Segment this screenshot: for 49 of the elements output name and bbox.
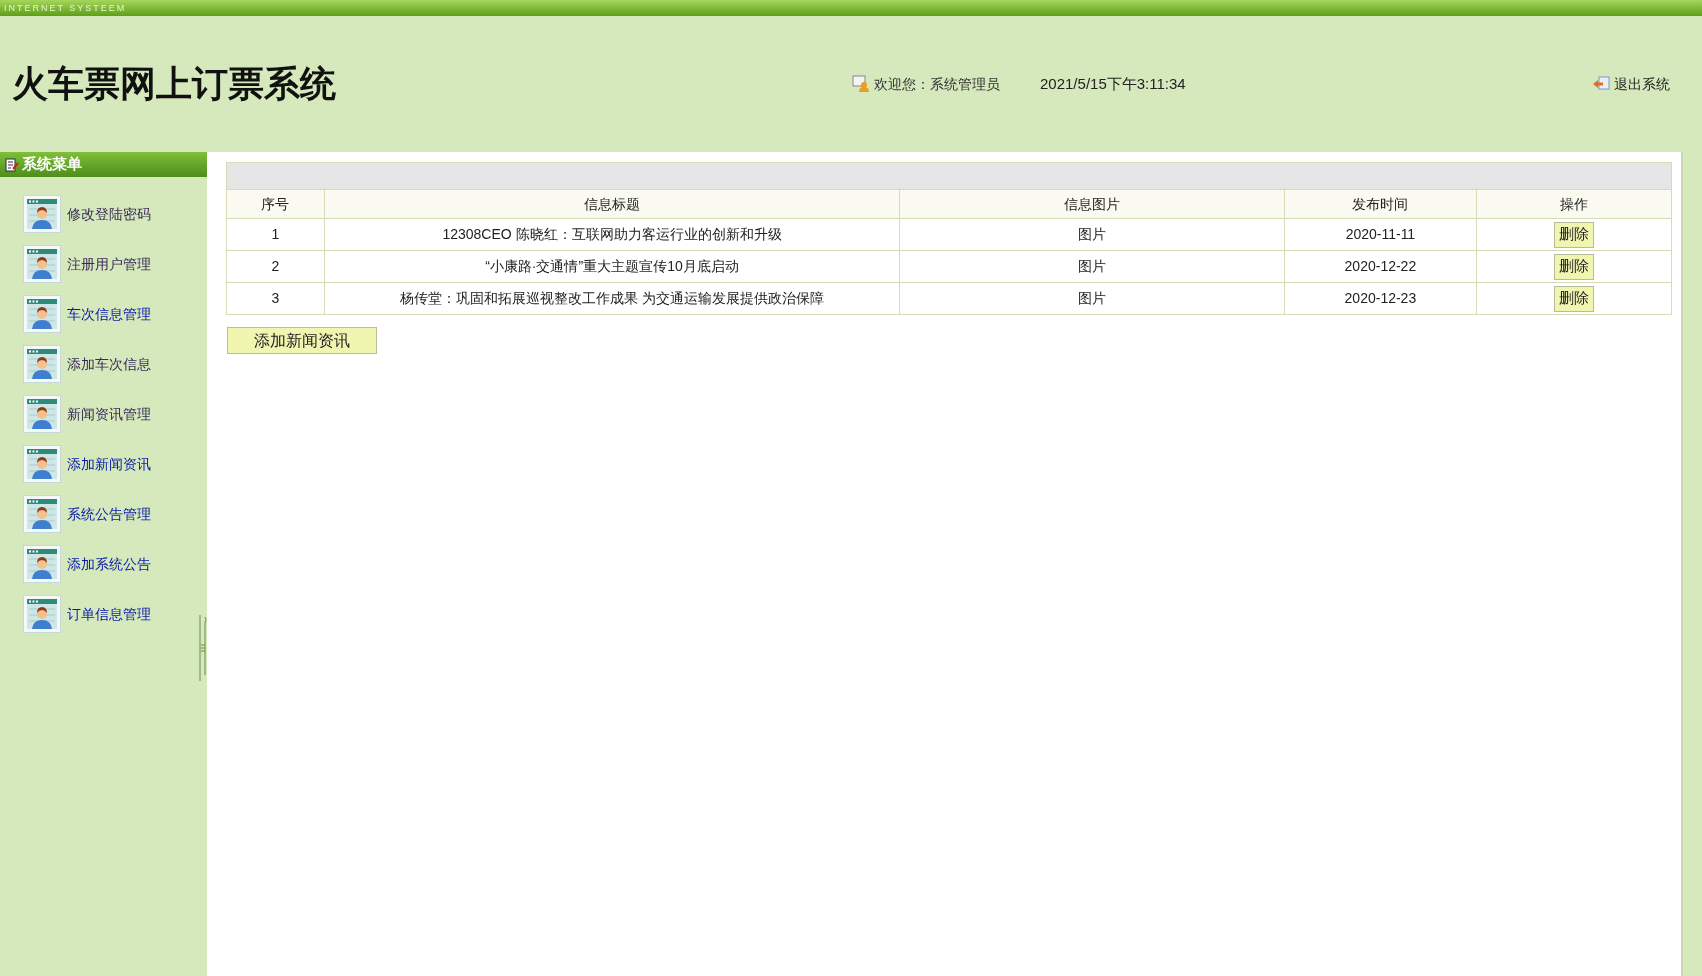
sidebar-link[interactable]: 修改登陆密码 [67, 203, 151, 225]
user-card-icon [23, 495, 61, 533]
sidebar-link[interactable]: 订单信息管理 [67, 603, 151, 625]
table-cell-text: 1 [270, 225, 281, 244]
top-bar-label: INTERNET SYSTEEM [4, 3, 127, 13]
user-card-icon [23, 545, 61, 583]
welcome-text: 欢迎您：系统管理员 [874, 74, 1000, 94]
user-icon [852, 75, 870, 93]
page-title: 火车票网上订票系统 [12, 62, 337, 106]
sidebar-link[interactable]: 新闻资讯管理 [67, 403, 151, 425]
column-header: 信息图片 [899, 190, 1284, 218]
user-card-icon [23, 345, 61, 383]
user-card-icon [23, 295, 61, 333]
exit-arrow-icon [1592, 76, 1610, 92]
column-header: 序号 [260, 194, 291, 214]
edit-note-icon [5, 157, 19, 172]
sidebar-link[interactable]: 添加车次信息 [67, 353, 151, 375]
sidebar-link[interactable]: 车次信息管理 [67, 303, 151, 325]
add-news-button[interactable]: 添加新闻资讯 [227, 327, 377, 354]
table-cell: 杨传堂：巩固和拓展巡视整改工作成果 为交通运输发展提供政治保障 [323, 283, 900, 314]
sidebar-title: 系统菜单 [22, 154, 82, 175]
datetime-text: 2021/5/15下午3:11:34 [1040, 73, 1186, 94]
table-cell: 2020-11-11 [1283, 219, 1477, 250]
user-card-icon [23, 445, 61, 483]
table-cell: 图片 [899, 219, 1284, 250]
table-cell: 2020-12-23 [1283, 283, 1477, 314]
table-cell: 12308CEO 陈晓红：互联网助力客运行业的创新和升级 [323, 219, 900, 250]
user-card-icon [23, 195, 61, 233]
user-card-icon [23, 395, 61, 433]
sidebar-link[interactable]: 注册用户管理 [67, 253, 151, 275]
table-cell: 图片 [899, 251, 1284, 282]
sidebar-link[interactable]: 添加系统公告 [67, 553, 151, 575]
logout-link[interactable]: 退出系统 [1614, 73, 1670, 95]
collapse-handle-icon [198, 615, 207, 681]
column-header: 操作 [1476, 190, 1671, 218]
user-card-icon [23, 245, 61, 283]
delete-button[interactable]: 删除 [1554, 253, 1595, 280]
table-cell-text: 3 [270, 289, 281, 308]
table-cell: “小康路·交通情”重大主题宣传10月底启动 [323, 251, 900, 282]
delete-button[interactable]: 删除 [1554, 285, 1595, 312]
delete-button[interactable]: 删除 [1554, 221, 1595, 248]
table-cell: 图片 [899, 283, 1284, 314]
sidebar-link[interactable]: 添加新闻资讯 [67, 453, 151, 475]
table-cell-text: 2 [270, 257, 281, 276]
sidebar-link[interactable]: 系统公告管理 [67, 503, 151, 525]
column-header: 信息标题 [323, 190, 900, 218]
user-card-icon [23, 595, 61, 633]
table-cell: 2020-12-22 [1283, 251, 1477, 282]
column-header: 发布时间 [1283, 190, 1477, 218]
